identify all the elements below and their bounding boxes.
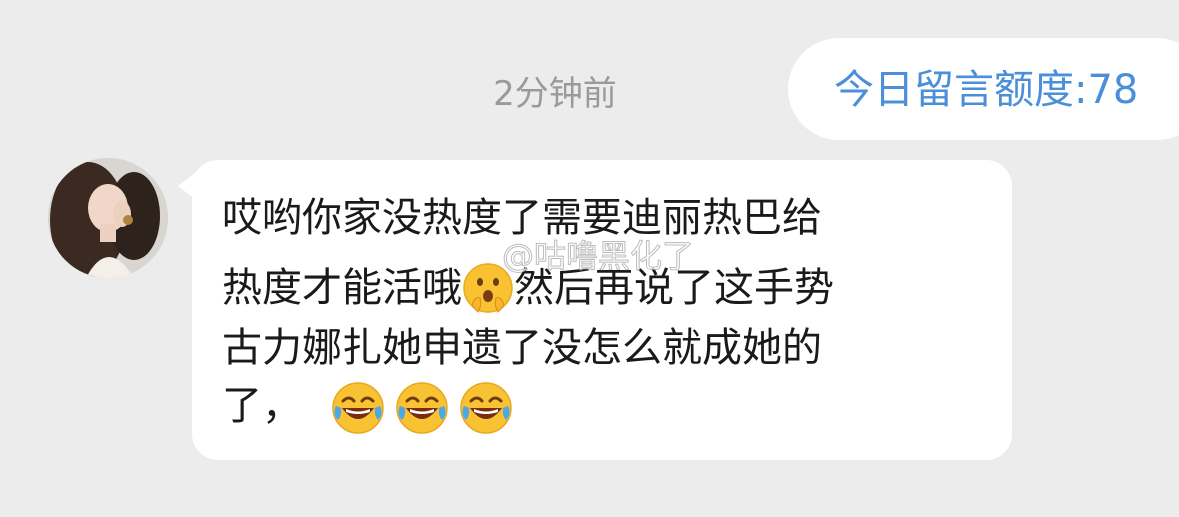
message-text: 然后再说了这手势 — [514, 265, 834, 311]
avatar-photo — [48, 158, 168, 278]
message-text: 古力娜扎她申遗了没怎么就成她的 — [222, 325, 822, 371]
message-line-2: 热度才能活哦 然后再说了这手势 — [222, 260, 834, 316]
laugh-cry-emoji-icon — [394, 380, 448, 434]
shocked-emoji-icon — [462, 262, 514, 314]
message-line-4: 了， — [222, 378, 512, 434]
avatar[interactable] — [48, 158, 168, 278]
message-text: 哎哟你家没热度了需要迪丽热巴给 — [222, 195, 822, 241]
daily-comment-quota: 今日留言额度:78 — [834, 67, 1139, 113]
message-text: 热度才能活哦 — [222, 265, 462, 311]
message-text: 了， — [222, 383, 302, 429]
message-line-1: 哎哟你家没热度了需要迪丽热巴给 — [222, 190, 822, 246]
laugh-cry-emoji-icon — [458, 380, 512, 434]
message-line-3: 古力娜扎她申遗了没怎么就成她的 — [222, 320, 822, 376]
message-timestamp: 2分钟前 — [493, 74, 617, 114]
laugh-cry-emoji-icon — [330, 380, 384, 434]
